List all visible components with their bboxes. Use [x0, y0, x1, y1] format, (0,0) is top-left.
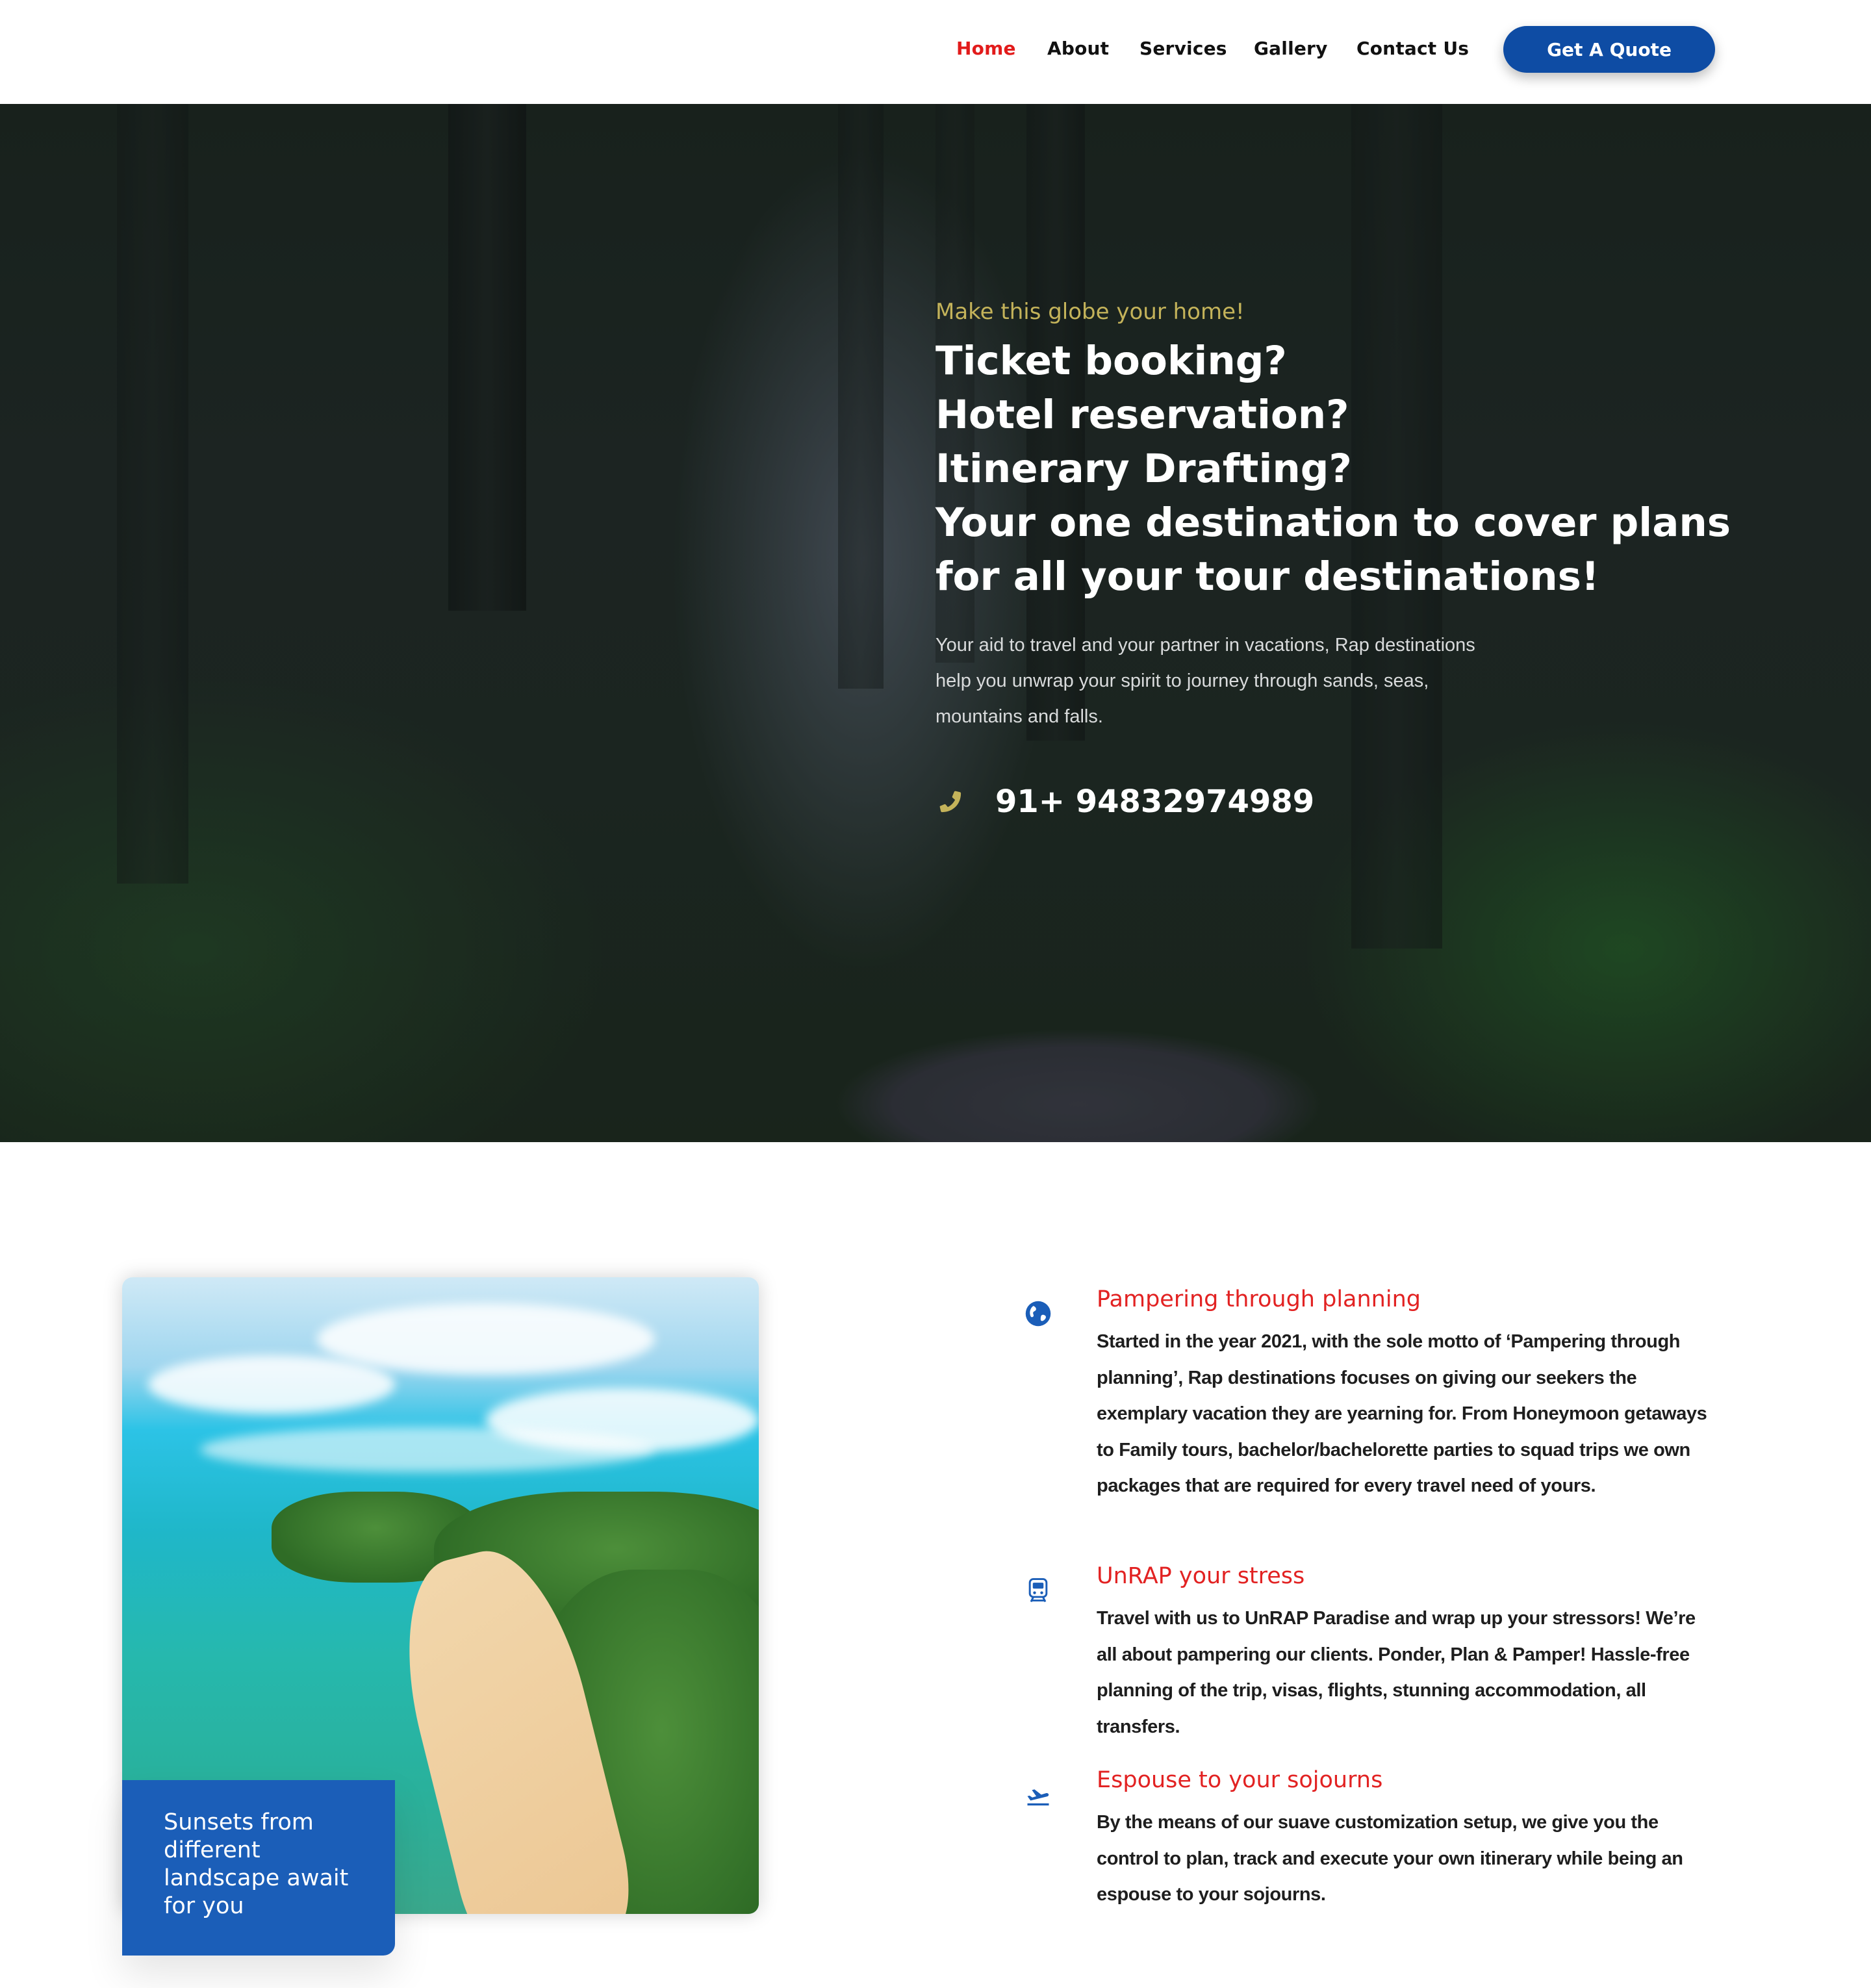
nav-gallery-link[interactable]: Gallery	[1254, 38, 1328, 59]
hero-headline-line: Hotel reservation?	[936, 392, 1349, 438]
nav-about-link[interactable]: About	[1047, 38, 1109, 59]
phone-number[interactable]: 91+ 94832974989	[995, 784, 1314, 820]
nav-home-link[interactable]: Home	[956, 38, 1016, 59]
hero-headline: Ticket booking? Hotel reservation? Itine…	[936, 334, 1731, 604]
feature-description: By the means of our suave customization …	[1097, 1812, 1683, 1905]
feature-description: Started in the year 2021, with the sole …	[1097, 1331, 1707, 1496]
train-icon	[1024, 1576, 1052, 1605]
nav-contact-link[interactable]: Contact Us	[1356, 38, 1469, 59]
hero-headline-line: for all your tour destinations!	[936, 554, 1599, 600]
site-header: Home About Services Gallery Contact Us G…	[0, 0, 1871, 104]
hero-headline-line: Your one destination to cover plans	[936, 500, 1731, 546]
feature-description: Travel with us to UnRAP Paradise and wra…	[1097, 1608, 1696, 1737]
phone-icon	[936, 787, 965, 817]
image-caption: Sunsets from different landscape await f…	[164, 1809, 349, 1919]
image-caption-box: Sunsets from different landscape await f…	[122, 1780, 395, 1956]
nav-services-link[interactable]: Services	[1139, 38, 1227, 59]
hero-phone[interactable]: 91+ 94832974989	[936, 784, 1314, 820]
feature-title: Pampering through planning	[1097, 1286, 1421, 1312]
hero-headline-line: Itinerary Drafting?	[936, 446, 1352, 492]
feature-title: Espouse to your sojourns	[1097, 1767, 1383, 1793]
feature-title: UnRAP your stress	[1097, 1563, 1305, 1589]
hero-headline-line: Ticket booking?	[936, 338, 1287, 384]
plane-takeoff-icon	[1024, 1780, 1052, 1809]
globe-icon	[1024, 1299, 1052, 1328]
hero-section: Make this globe your home! Ticket bookin…	[0, 104, 1871, 1142]
get-a-quote-button[interactable]: Get A Quote	[1503, 26, 1715, 73]
hero-description: Your aid to travel and your partner in v…	[936, 635, 1475, 727]
hero-tagline: Make this globe your home!	[936, 299, 1245, 325]
